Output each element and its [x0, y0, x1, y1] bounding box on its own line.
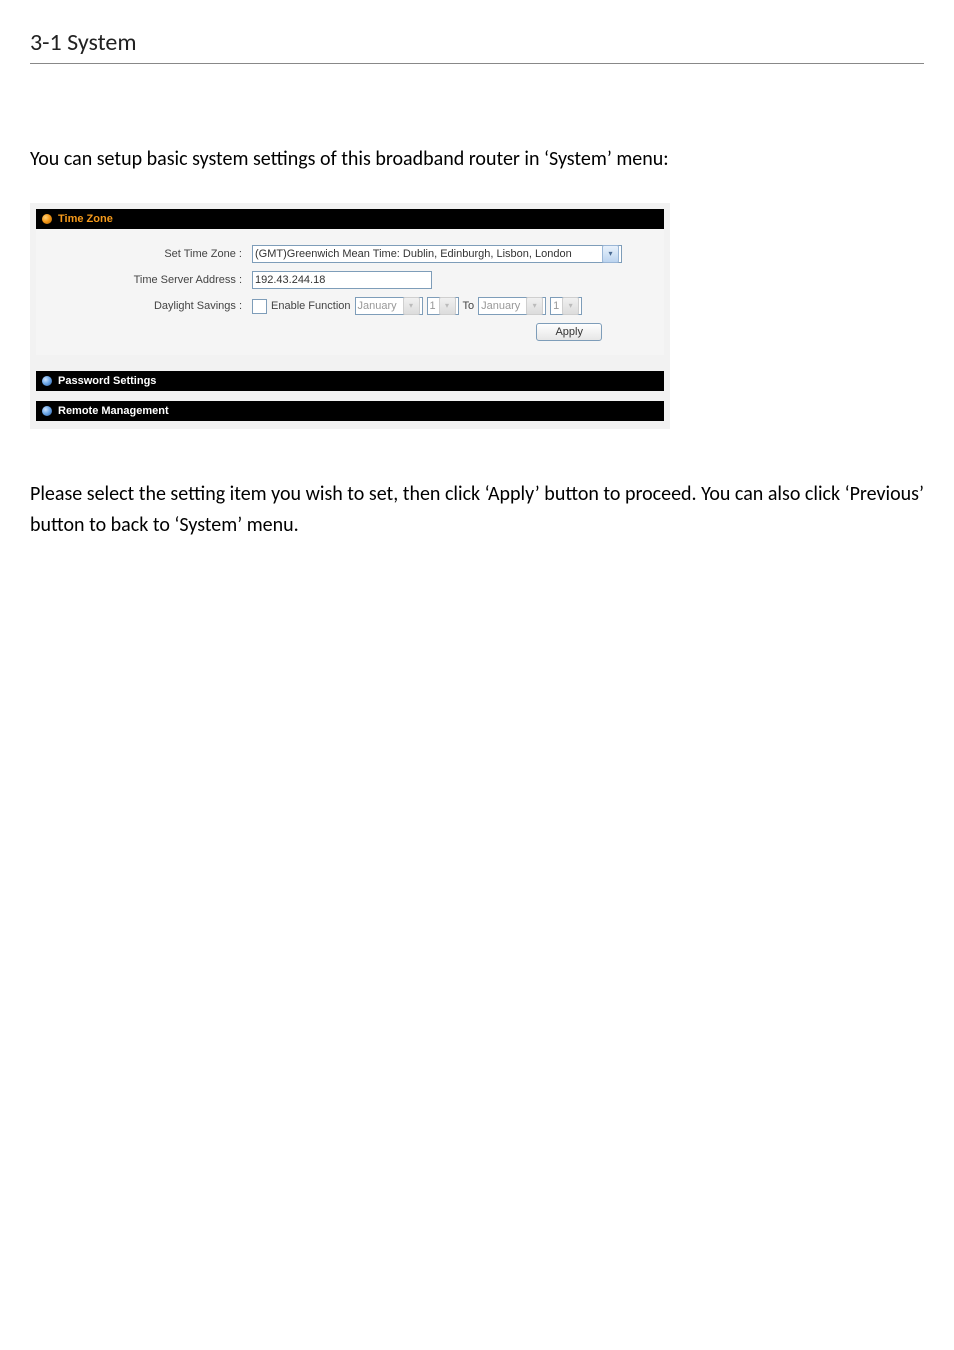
from-day-value: 1: [430, 299, 436, 313]
daylight-checkbox-label: Enable Function: [271, 300, 351, 312]
bullet-icon: [42, 376, 52, 386]
from-month-select[interactable]: January ▾: [355, 297, 423, 315]
page: 3-1 System You can setup basic system se…: [0, 0, 954, 1350]
to-month-select[interactable]: January ▾: [478, 297, 546, 315]
panel-title-timezone: Time Zone: [58, 213, 113, 225]
control-set-time-zone: (GMT)Greenwich Mean Time: Dublin, Edinbu…: [252, 245, 622, 263]
to-label: To: [463, 300, 475, 312]
apply-row: Apply: [54, 323, 646, 341]
panel-gap: [36, 391, 664, 401]
panel-title-password: Password Settings: [58, 375, 156, 387]
bullet-icon: [42, 214, 52, 224]
chevron-down-icon: ▾: [403, 297, 420, 315]
to-month-value: January: [481, 299, 520, 313]
time-server-input[interactable]: 192.43.244.18: [252, 271, 432, 289]
panel-gap: [36, 355, 664, 371]
control-time-server: 192.43.244.18: [252, 271, 432, 289]
panel-body-timezone: Set Time Zone : (GMT)Greenwich Mean Time…: [36, 229, 664, 355]
heading-underline: [30, 63, 924, 64]
row-daylight: Daylight Savings : Enable Function Janua…: [54, 297, 646, 315]
panel-title-remote: Remote Management: [58, 405, 169, 417]
label-set-time-zone: Set Time Zone :: [54, 248, 252, 260]
timezone-select[interactable]: (GMT)Greenwich Mean Time: Dublin, Edinbu…: [252, 245, 622, 263]
time-server-value: 192.43.244.18: [255, 273, 325, 287]
from-day-select[interactable]: 1 ▾: [427, 297, 459, 315]
router-ui-screenshot: Time Zone Set Time Zone : (GMT)Greenwich…: [30, 203, 670, 429]
chevron-down-icon: ▾: [526, 297, 543, 315]
bullet-icon: [42, 406, 52, 416]
label-daylight: Daylight Savings :: [54, 300, 252, 312]
to-day-value: 1: [553, 299, 559, 313]
control-daylight: Enable Function January ▾ 1 ▾ To January…: [252, 297, 582, 315]
panel-header-remote[interactable]: Remote Management: [36, 401, 664, 421]
chevron-down-icon: ▾: [562, 297, 579, 315]
to-day-select[interactable]: 1 ▾: [550, 297, 582, 315]
row-set-time-zone: Set Time Zone : (GMT)Greenwich Mean Time…: [54, 245, 646, 263]
panel-header-timezone[interactable]: Time Zone: [36, 209, 664, 229]
chevron-down-icon: ▾: [439, 297, 456, 315]
label-time-server: Time Server Address :: [54, 274, 252, 286]
apply-button[interactable]: Apply: [536, 323, 602, 341]
panel-header-password[interactable]: Password Settings: [36, 371, 664, 391]
chevron-down-icon: ▾: [602, 245, 619, 263]
from-month-value: January: [358, 299, 397, 313]
daylight-checkbox[interactable]: [252, 299, 267, 314]
timezone-select-value: (GMT)Greenwich Mean Time: Dublin, Edinbu…: [255, 247, 600, 261]
outro-paragraph: Please select the setting item you wish …: [30, 479, 924, 541]
page-title: 3-1 System: [30, 28, 924, 57]
intro-paragraph: You can setup basic system settings of t…: [30, 144, 924, 175]
row-time-server: Time Server Address : 192.43.244.18: [54, 271, 646, 289]
